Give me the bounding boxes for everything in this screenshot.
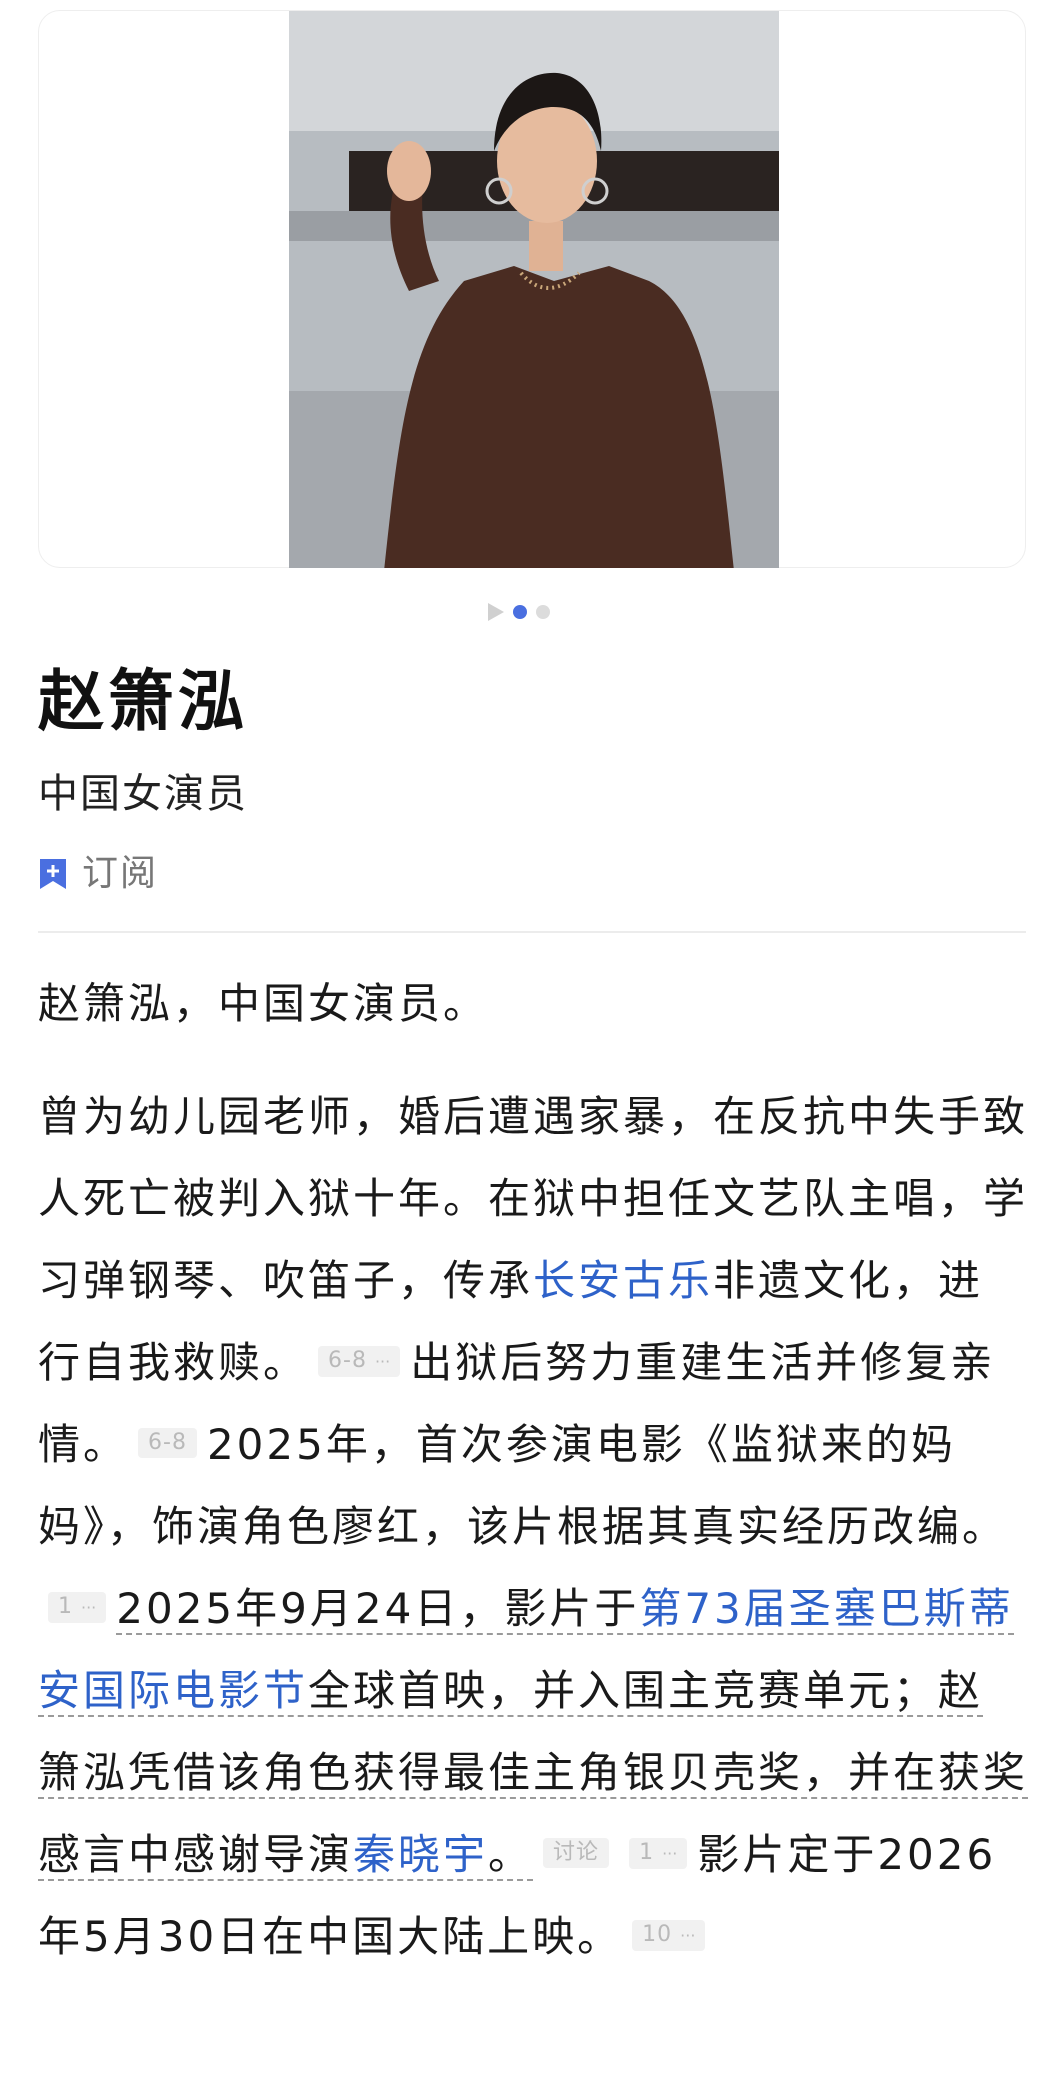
citation-number: 1 — [58, 1594, 73, 1619]
more-glyph: ··· — [81, 1598, 97, 1617]
citation-badge[interactable]: 1 ··· — [629, 1838, 688, 1869]
more-glyph: ··· — [374, 1352, 391, 1371]
person-name: 赵箫泓 — [38, 663, 248, 740]
biography-paragraph: 曾为幼儿园老师，婚后遭遇家暴，在反抗中失手致人死亡被判入狱十年。在狱中担任文艺队… — [38, 1076, 1029, 1978]
person-subtitle: 中国女演员 — [38, 771, 248, 817]
discuss-badge[interactable]: 讨论 — [543, 1838, 610, 1868]
subscribe-button[interactable]: 订阅 — [38, 852, 158, 896]
bio-text: 。 — [488, 1830, 534, 1879]
bookmark-add-icon — [40, 859, 66, 889]
summary-text: 赵箫泓，中国女演员。 — [38, 979, 489, 1028]
more-glyph: ··· — [680, 1926, 696, 1945]
link-qin-xiaoyu[interactable]: 秦晓宇 — [353, 1830, 488, 1879]
profile-photo[interactable] — [289, 11, 779, 568]
citation-badge[interactable]: 6-8 — [138, 1428, 197, 1458]
citation-badge[interactable]: 10 ··· — [632, 1920, 706, 1951]
gallery-pager[interactable] — [488, 603, 550, 621]
divider — [38, 931, 1026, 933]
citation-number: 6-8 — [148, 1430, 187, 1455]
citation-number: 1 — [639, 1840, 655, 1865]
bio-text: 2025年9月24日，影片于 — [116, 1584, 640, 1633]
play-icon[interactable] — [488, 603, 504, 621]
pager-dot[interactable] — [536, 605, 550, 619]
subscribe-label: 订阅 — [82, 853, 159, 894]
citation-number: 6-8 — [328, 1348, 367, 1373]
citation-badge[interactable]: 1 ··· — [48, 1592, 107, 1623]
citation-number: 10 — [642, 1922, 673, 1947]
pager-dot-active[interactable] — [513, 605, 527, 619]
more-glyph: ··· — [662, 1844, 678, 1863]
citation-badge[interactable]: 6-8 ··· — [318, 1346, 401, 1377]
link-changan-music[interactable]: 长安古乐 — [533, 1256, 713, 1305]
